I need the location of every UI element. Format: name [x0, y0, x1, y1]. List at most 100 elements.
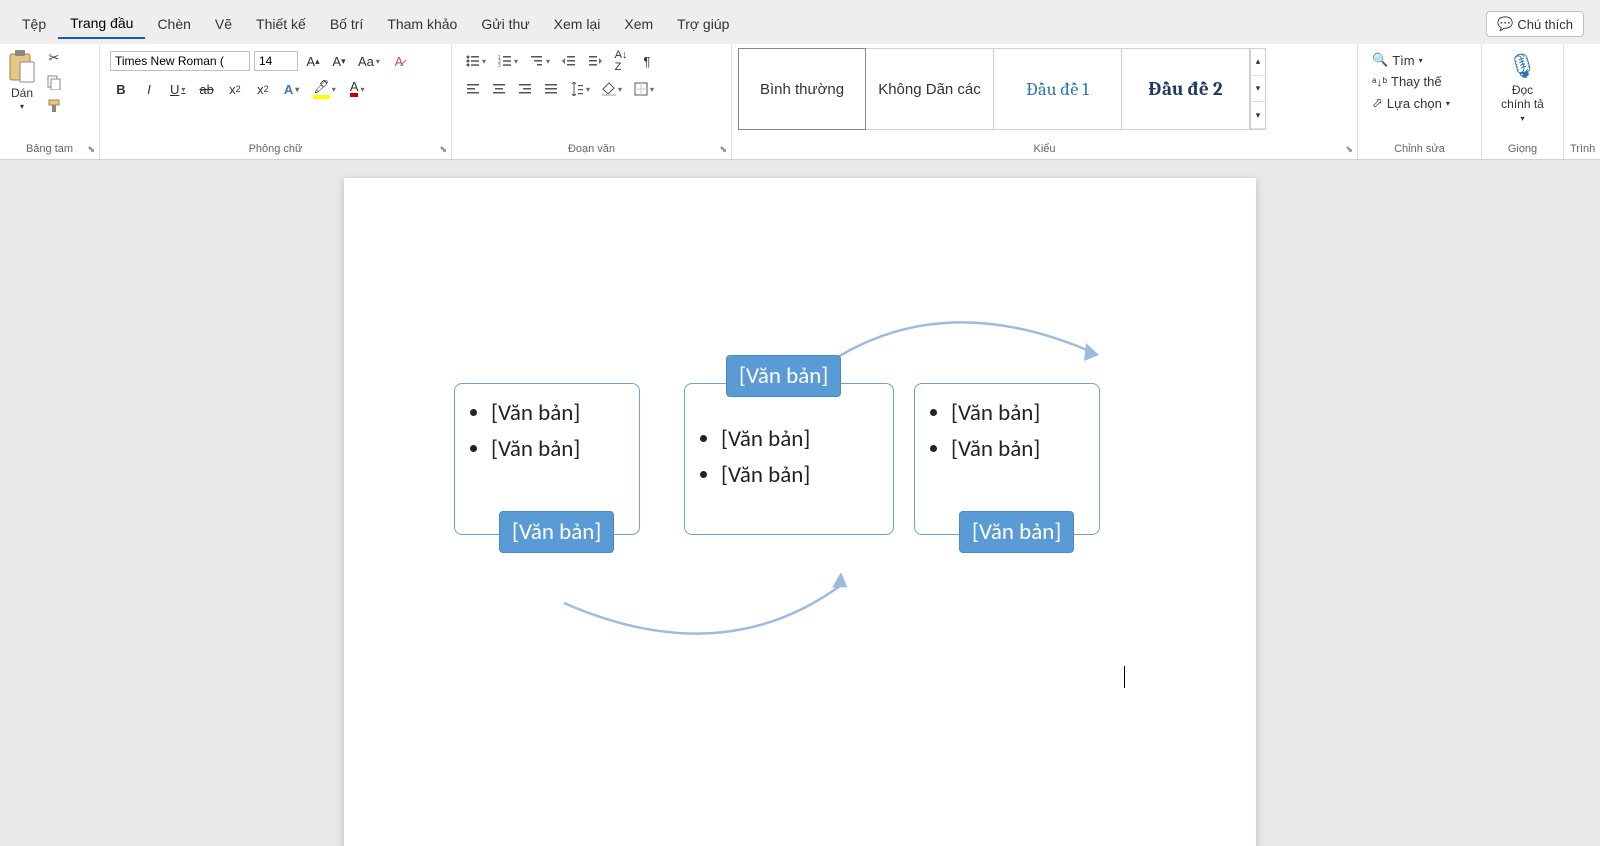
search-icon: 🔍	[1372, 52, 1388, 68]
font-name-select[interactable]	[110, 51, 250, 71]
font-launcher[interactable]: ⬊	[439, 144, 447, 155]
change-case-button[interactable]: Aa	[354, 50, 384, 72]
italic-button[interactable]: I	[138, 78, 160, 100]
line-spacing-button[interactable]	[566, 78, 594, 100]
group-clipboard: Dán ▾ ✂ Bảng tam ⬊	[0, 44, 100, 159]
multilevel-list-button[interactable]	[526, 50, 554, 72]
styles-expand[interactable]: ▾	[1251, 102, 1265, 129]
copy-button[interactable]	[44, 72, 64, 92]
tab-layout[interactable]: Bố trí	[318, 10, 375, 38]
text-effects-button[interactable]: A	[280, 78, 303, 100]
tab-view[interactable]: Xem	[612, 10, 665, 38]
align-right-button[interactable]	[514, 78, 536, 100]
copy-icon	[46, 74, 62, 90]
tab-design[interactable]: Thiết kế	[244, 10, 318, 38]
replace-label: Thay thế	[1391, 74, 1442, 89]
bullets-button[interactable]	[462, 50, 490, 72]
smartart-box1-item1[interactable]: [Văn bản]	[491, 396, 625, 432]
replace-button[interactable]: ᵃ↓ᵇ Thay thế	[1372, 74, 1467, 89]
align-left-icon	[466, 82, 480, 96]
cut-button[interactable]: ✂	[44, 48, 64, 68]
clipboard-launcher[interactable]: ⬊	[87, 144, 95, 155]
paste-icon	[6, 48, 38, 84]
paragraph-launcher[interactable]: ⬊	[719, 144, 727, 155]
styles-launcher[interactable]: ⬊	[1345, 144, 1353, 155]
styles-scroll-down[interactable]: ▾	[1251, 76, 1265, 103]
paint-bucket-icon	[602, 82, 616, 96]
align-left-button[interactable]	[462, 78, 484, 100]
styles-scroll-up[interactable]: ▴	[1251, 49, 1265, 76]
cursor-icon: ⬀	[1372, 95, 1383, 111]
superscript-button[interactable]: x2	[252, 78, 274, 100]
increase-indent-button[interactable]	[584, 50, 606, 72]
find-label: Tìm	[1392, 53, 1414, 68]
smartart-diagram[interactable]: [Văn bản] [Văn bản] [Văn bản] [Văn bản] …	[444, 313, 1144, 653]
chevron-down-icon: ▾	[1446, 99, 1450, 108]
justify-button[interactable]	[540, 78, 562, 100]
subscript-button[interactable]: x2	[224, 78, 246, 100]
show-marks-button[interactable]: ¶	[636, 50, 658, 72]
smartart-box1-item2[interactable]: [Văn bản]	[491, 432, 625, 468]
pilcrow-icon: ¶	[644, 54, 651, 69]
justify-icon	[544, 82, 558, 96]
align-right-icon	[518, 82, 532, 96]
chevron-down-icon: ▾	[1520, 114, 1524, 123]
align-center-button[interactable]	[488, 78, 510, 100]
smartart-box2-label[interactable]: [Văn bản]	[726, 355, 841, 397]
strikethrough-button[interactable]: ab	[195, 78, 217, 100]
tab-review[interactable]: Xem lại	[542, 10, 613, 38]
underline-button[interactable]: U	[166, 78, 189, 100]
decrease-indent-button[interactable]	[558, 50, 580, 72]
tab-references[interactable]: Tham khảo	[375, 10, 469, 38]
format-painter-button[interactable]	[44, 96, 64, 116]
smartart-box3-item2[interactable]: [Văn bản]	[951, 432, 1085, 468]
find-button[interactable]: 🔍 Tìm ▾	[1372, 52, 1467, 68]
tab-home[interactable]: Trang đầu	[58, 9, 145, 39]
shading-button[interactable]	[598, 78, 626, 100]
font-group-label: Phông chữ	[106, 143, 445, 157]
style-heading1[interactable]: Đầu đề 1	[994, 48, 1122, 130]
outdent-icon	[562, 54, 576, 68]
grow-font-button[interactable]: A▴	[302, 50, 324, 72]
smartart-box2-item2[interactable]: [Văn bản]	[721, 458, 879, 494]
borders-button[interactable]	[630, 78, 658, 100]
smartart-box3-item1[interactable]: [Văn bản]	[951, 396, 1085, 432]
bold-button[interactable]: B	[110, 78, 132, 100]
brush-icon	[46, 98, 62, 114]
smartart-box1-label[interactable]: [Văn bản]	[499, 511, 614, 553]
svg-text:3: 3	[498, 63, 501, 68]
group-paragraph: 123 A↓Z ¶ Đoạn văn ⬊	[452, 44, 732, 159]
numbering-button[interactable]: 123	[494, 50, 522, 72]
paste-button[interactable]: Dán ▾	[6, 48, 38, 111]
smartart-box3-label[interactable]: [Văn bản]	[959, 511, 1074, 553]
style-normal[interactable]: Bình thường	[738, 48, 866, 130]
comments-button[interactable]: 💬 Chú thích	[1486, 11, 1584, 37]
smartart-box-2[interactable]: [Văn bản] [Văn bản]	[684, 383, 894, 535]
tab-draw[interactable]: Vẽ	[203, 10, 244, 38]
scissors-icon: ✂	[49, 50, 60, 66]
style-nospacing[interactable]: Không Dãn các	[866, 48, 994, 130]
align-center-icon	[492, 82, 506, 96]
font-color-button[interactable]: A	[346, 78, 369, 100]
tab-mailings[interactable]: Gửi thư	[469, 10, 541, 38]
style-heading2[interactable]: Đầu đề 2	[1122, 48, 1250, 130]
group-addins: Trình	[1564, 44, 1600, 159]
multilevel-icon	[530, 54, 544, 68]
clear-formatting-button[interactable]: A̷	[388, 50, 410, 72]
chevron-down-icon: ▾	[20, 102, 24, 111]
dictate-button[interactable]: 🎙 Đọc chính tả ▾	[1488, 48, 1557, 127]
sort-button[interactable]: A↓Z	[610, 50, 632, 72]
select-button[interactable]: ⬀ Lựa chọn ▾	[1372, 95, 1467, 111]
tab-insert[interactable]: Chèn	[145, 10, 202, 38]
arrow-top	[794, 303, 1114, 383]
tab-file[interactable]: Tệp	[10, 10, 58, 38]
page[interactable]: [Văn bản] [Văn bản] [Văn bản] [Văn bản] …	[344, 178, 1256, 846]
dictate-label: Đọc chính tả	[1496, 83, 1549, 112]
tab-help[interactable]: Trợ giúp	[665, 10, 741, 38]
shrink-font-button[interactable]: A▾	[328, 50, 350, 72]
comment-icon: 💬	[1497, 16, 1513, 32]
smartart-box2-item1[interactable]: [Văn bản]	[721, 422, 879, 458]
highlight-button[interactable]: 🖊	[309, 78, 340, 100]
document-area: [Văn bản] [Văn bản] [Văn bản] [Văn bản] …	[0, 160, 1600, 846]
font-size-select[interactable]	[254, 51, 298, 71]
